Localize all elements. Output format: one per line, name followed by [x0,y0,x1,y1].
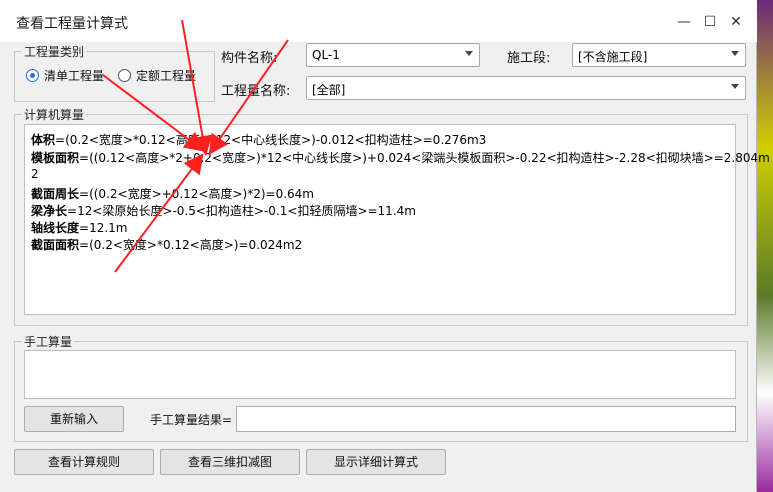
radio-bill-quantity[interactable] [26,69,39,82]
radio-bill-quantity-label[interactable]: 清单工程量 [44,67,104,84]
chevron-down-icon [731,51,739,56]
chevron-down-icon [465,51,473,56]
component-name-select[interactable]: QL-1 [306,43,480,67]
formula-line: 模板面积=((0.12<高度>*2+0.2<宽度>)*12<中心线长度>)+0.… [31,151,770,165]
manual-calc-textarea[interactable] [24,350,736,399]
formula-line: 2 [31,167,39,181]
quantity-name-label: 工程量名称: [221,84,291,99]
reenter-button[interactable]: 重新输入 [24,406,124,432]
stage-value: [不含施工段] [578,50,648,64]
formula-line: 体积=(0.2<宽度>*0.12<高度>*12<中心线长度>)-0.012<扣构… [31,133,487,147]
background-app [757,0,773,492]
minimize-button[interactable]: — [670,8,698,36]
computer-calc-label: 计算机算量 [22,106,87,123]
manual-result-label: 手工算量结果= [150,413,233,427]
quantity-name-select[interactable]: [全部] [306,76,746,100]
quantity-type-label: 工程量类别 [22,43,87,60]
component-name-label: 构件名称: [221,51,278,66]
view-3d-deduction-button[interactable]: 查看三维扣减图 [160,449,300,475]
radio-quota-quantity-label[interactable]: 定额工程量 [136,67,196,84]
computer-calc-textarea[interactable]: 体积=(0.2<宽度>*0.12<高度>*12<中心线长度>)-0.012<扣构… [24,124,770,315]
maximize-button[interactable]: ☐ [696,8,724,36]
formula-line: 轴线长度=12.1m [31,221,128,235]
view-calc-rules-button[interactable]: 查看计算规则 [14,449,154,475]
chevron-down-icon [731,84,739,89]
title-bar: 查看工程量计算式 — ☐ ✕ [0,0,757,42]
component-name-value: QL-1 [312,48,340,62]
radio-quota-quantity[interactable] [118,69,131,82]
window-title: 查看工程量计算式 [16,16,128,32]
show-detail-formula-button[interactable]: 显示详细计算式 [306,449,446,475]
calculation-dialog: 查看工程量计算式 — ☐ ✕ 工程量类别 清单工程量 定额工程量 构件名称: Q… [0,0,770,492]
quantity-name-value: [全部] [312,83,346,97]
formula-line: 梁净长=12<梁原始长度>-0.5<扣构造柱>-0.1<扣轻质隔墙>=11.4m [31,204,416,218]
manual-calc-label: 手工算量 [22,333,75,350]
stage-label: 施工段: [507,51,551,66]
formula-line: 截面面积=(0.2<宽度>*0.12<高度>)=0.024m2 [31,238,303,252]
formula-line: 截面周长=((0.2<宽度>+0.12<高度>)*2)=0.64m [31,187,314,201]
manual-result-input[interactable] [236,406,736,432]
close-button[interactable]: ✕ [722,8,750,36]
stage-select[interactable]: [不含施工段] [572,43,746,67]
